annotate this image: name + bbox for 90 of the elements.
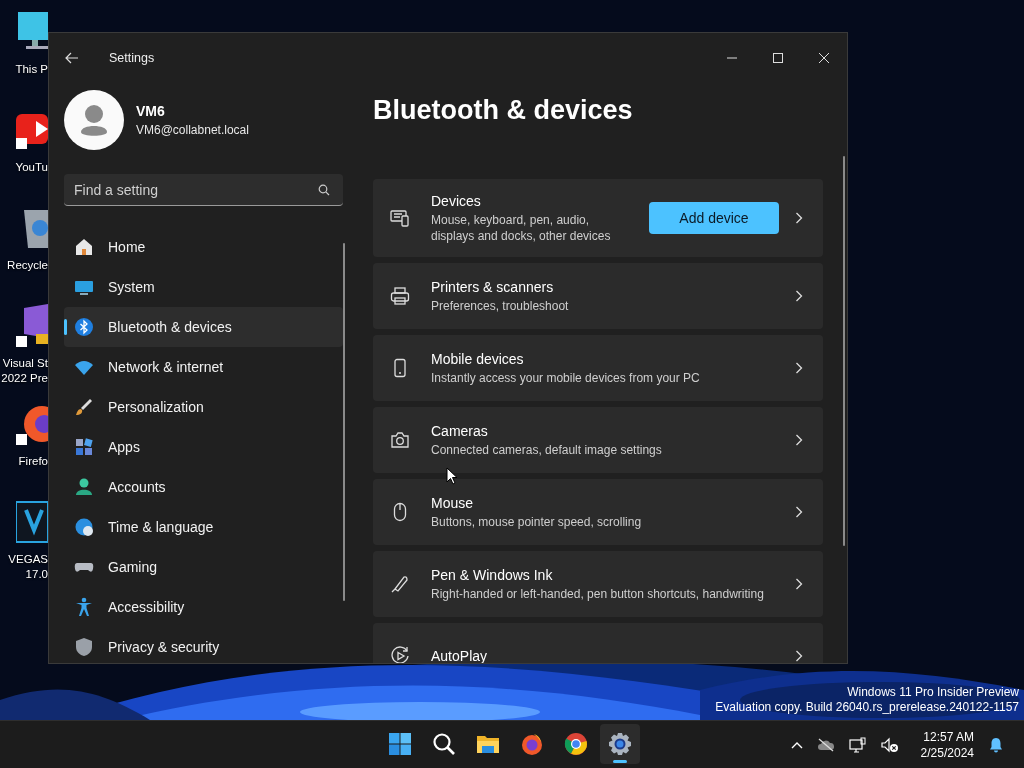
build-info-text: Windows 11 Pro Insider Preview <box>847 685 1019 700</box>
sidebar-item[interactable]: Accounts <box>64 467 343 507</box>
desktop-icon-label: Recycle <box>7 258 48 273</box>
chevron-up-icon[interactable] <box>790 740 803 749</box>
apps-icon <box>74 437 94 457</box>
chevron-right-icon <box>795 650 803 662</box>
card-title: Mouse <box>431 494 475 511</box>
sidebar-item[interactable]: Accessibility <box>64 587 343 627</box>
clock-time[interactable]: 12:57 AM <box>923 728 974 745</box>
settings-card[interactable]: Pen & Windows Ink Right-handed or left-handed, pen button shortcuts, handwriting <box>373 551 823 617</box>
desktop-icon-label: YouTu <box>15 160 48 175</box>
brush-icon <box>74 397 94 417</box>
sidebar-item[interactable]: Home <box>64 227 343 267</box>
gear-icon <box>608 732 632 756</box>
card-description: Right-handed or left-handed, pen button shortcuts, handwriting <box>431 585 765 602</box>
windows-logo-icon <box>388 732 412 756</box>
user-email: VM6@collabnet.local <box>136 123 249 137</box>
person-icon <box>74 477 94 497</box>
settings-card[interactable]: Mouse Buttons, mouse pointer speed, scrolling <box>373 479 823 545</box>
desktop-icon-label: 2022 Pre <box>1 371 48 386</box>
settings-button[interactable] <box>600 724 640 764</box>
chevron-right-icon <box>795 506 803 518</box>
keyboard-icon <box>390 208 410 228</box>
sidebar-item[interactable]: Apps <box>64 427 343 467</box>
chevron-right-icon <box>795 578 803 590</box>
back-arrow-icon[interactable] <box>65 52 79 64</box>
desktop-icon-label: This P <box>15 62 48 77</box>
close-icon[interactable] <box>818 52 830 64</box>
card-description: Preferences, troubleshoot <box>431 297 570 314</box>
sidebar-item[interactable]: Privacy & security <box>64 627 343 663</box>
chevron-right-icon <box>795 434 803 446</box>
network-icon[interactable] <box>848 736 867 753</box>
card-title: Mobile devices <box>431 350 525 367</box>
card-title: Pen & Windows Ink <box>431 566 554 583</box>
settings-card[interactable]: Mobile devices Instantly access your mobile devices from your PC <box>373 335 823 401</box>
home-icon <box>74 237 94 257</box>
shield-icon <box>74 637 94 657</box>
card-title: AutoPlay <box>431 648 489 663</box>
sidebar-item[interactable]: System <box>64 267 343 307</box>
chevron-right-icon <box>795 362 803 374</box>
search-field[interactable]: Find a setting <box>64 174 343 206</box>
page-title: Bluetooth & devices <box>373 94 634 127</box>
bell-icon[interactable] <box>988 736 1004 753</box>
sidebar-item[interactable]: Gaming <box>64 547 343 587</box>
round-browser-icon <box>564 732 588 756</box>
clock-date[interactable]: 2/25/2024 <box>920 744 974 761</box>
desktop-icon-label: 17.0 <box>25 567 48 582</box>
build-info-text: Evaluation copy. Build 26040.rs_prerelease.240122-1157 <box>715 700 1019 715</box>
editor-app-icon[interactable] <box>16 500 48 544</box>
avatar[interactable] <box>64 90 124 150</box>
chevron-right-icon <box>795 290 803 302</box>
studio-app-icon[interactable] <box>16 304 48 348</box>
sidebar-item[interactable]: Time & language <box>64 507 343 547</box>
maximize-icon[interactable] <box>772 52 784 64</box>
cloud-off-icon[interactable] <box>816 737 835 752</box>
globe-icon <box>74 517 94 537</box>
window-title: Settings <box>109 51 155 65</box>
fox-browser-icon <box>520 732 544 756</box>
card-title: Cameras <box>431 422 489 439</box>
desktop-icon-label: Visual St <box>2 356 48 371</box>
settings-card[interactable]: Printers & scanners Preferences, troubleshoot <box>373 263 823 329</box>
card-title: Printers & scanners <box>431 278 555 295</box>
user-name: VM6 <box>136 103 166 119</box>
settings-card[interactable]: Devices Mouse, keyboard, pen, audio, displays and docks, other devices Add device <box>373 179 823 257</box>
card-title: Devices <box>431 192 482 209</box>
sidebar-item[interactable]: Bluetooth & devices <box>64 307 343 347</box>
card-description: Mouse, keyboard, pen, audio, displays and docks, other devices <box>431 211 612 244</box>
search-icon[interactable] <box>318 184 330 196</box>
camera-icon <box>390 430 410 450</box>
play-circle-icon <box>390 646 410 663</box>
pen-icon <box>390 574 410 594</box>
add-device-button[interactable]: Add device <box>649 202 779 234</box>
card-description: Buttons, mouse pointer speed, scrolling <box>431 513 643 530</box>
card-description: Instantly access your mobile devices from your PC <box>431 369 701 386</box>
bluetooth-icon <box>74 317 94 337</box>
settings-card[interactable]: AutoPlay <box>373 623 823 663</box>
sidebar-item[interactable]: Personalization <box>64 387 343 427</box>
card-description: Connected cameras, default image settings <box>431 441 663 458</box>
search-icon <box>432 732 456 756</box>
settings-card[interactable]: Cameras Connected cameras, default image settings <box>373 407 823 473</box>
accessibility-icon <box>74 597 94 617</box>
scrollbar[interactable] <box>343 243 345 601</box>
sidebar-item[interactable]: Network & internet <box>64 347 343 387</box>
volume-muted-icon[interactable] <box>880 736 899 753</box>
desktop-icon-label: Firefo <box>18 454 48 469</box>
printer-icon <box>390 286 410 306</box>
mouse-pointer-icon <box>446 467 458 485</box>
desktop-icon-label: VEGAS <box>8 552 48 567</box>
chevron-right-icon <box>795 212 803 224</box>
scrollbar[interactable] <box>843 156 845 546</box>
